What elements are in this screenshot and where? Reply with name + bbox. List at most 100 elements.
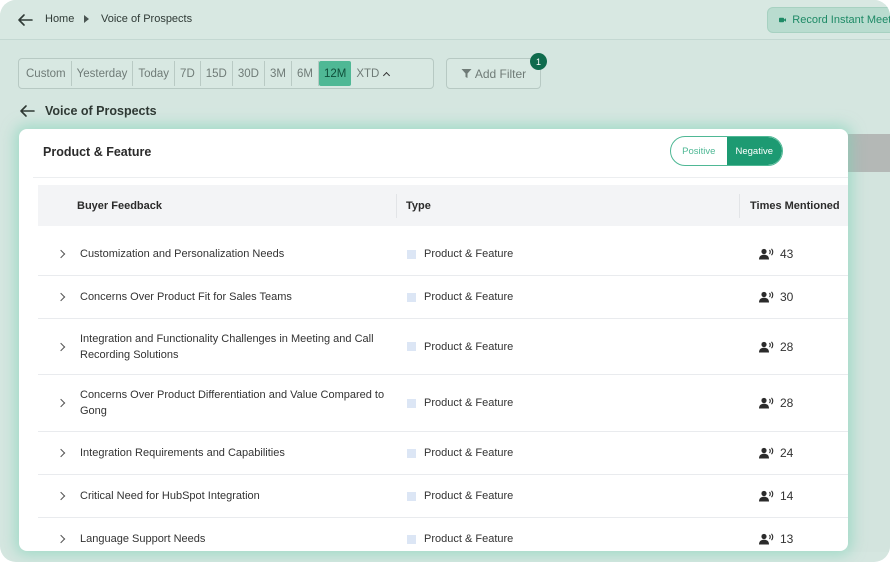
row-times-value: 24: [780, 446, 794, 460]
top-bar: Home Voice of Prospects Record Instant M…: [0, 0, 890, 40]
add-filter-label: Add Filter: [474, 66, 527, 81]
row-times-value: 28: [780, 339, 794, 354]
expand-chevron-icon[interactable]: [38, 342, 80, 351]
row-type: Product & Feature: [406, 248, 749, 260]
row-times-mentioned: 30: [749, 290, 793, 304]
speaking-person-icon: [759, 248, 774, 260]
row-type-label: Product & Feature: [424, 397, 514, 409]
table-header: Buyer Feedback Type Times Mentioned: [38, 185, 848, 226]
table-row[interactable]: Language Support Needs Product & Feature…: [38, 518, 848, 551]
row-type: Product & Feature: [406, 533, 749, 545]
card-divider: [33, 177, 848, 178]
toggle-negative[interactable]: Negative: [726, 137, 782, 165]
column-header-times-mentioned[interactable]: Times Mentioned: [740, 200, 840, 212]
type-color-swatch: [407, 249, 416, 259]
filter-count-badge: 1: [530, 53, 547, 70]
row-times-mentioned: 24: [749, 446, 793, 460]
row-type: Product & Feature: [406, 490, 749, 502]
table-row[interactable]: Concerns Over Product Differentiation an…: [38, 375, 848, 432]
expand-chevron-icon[interactable]: [38, 491, 80, 501]
row-feedback: Customization and Personalization Needs: [80, 248, 285, 260]
date-option-15d[interactable]: 15D: [201, 61, 233, 86]
table-row[interactable]: Customization and Personalization Needs …: [38, 233, 848, 276]
date-option-3m[interactable]: 3M: [265, 61, 292, 86]
row-feedback: Critical Need for HubSpot Integration: [80, 490, 260, 502]
section-back-arrow-icon[interactable]: [18, 103, 36, 119]
table-row[interactable]: Integration Requirements and Capabilitie…: [38, 432, 848, 475]
row-times-mentioned: 13: [749, 532, 793, 546]
table-row[interactable]: Critical Need for HubSpot Integration Pr…: [38, 475, 848, 518]
date-option-xtd-label: XTD: [356, 67, 380, 80]
breadcrumb-home[interactable]: Home: [45, 13, 74, 25]
type-color-swatch: [407, 491, 416, 501]
date-option-7d[interactable]: 7D: [175, 61, 201, 86]
filter-funnel-icon: [461, 69, 472, 78]
type-color-swatch: [407, 342, 416, 351]
row-type-label: Product & Feature: [424, 248, 514, 260]
speaking-person-icon: [759, 533, 774, 545]
row-type: Product & Feature: [406, 341, 749, 353]
add-filter-button[interactable]: Add Filter: [446, 58, 541, 89]
breadcrumb-separator-icon: [84, 15, 89, 23]
column-header-type[interactable]: Type: [397, 193, 740, 218]
back-arrow-icon[interactable]: [16, 11, 34, 29]
date-option-xtd[interactable]: XTD: [351, 61, 394, 86]
column-header-buyer-feedback[interactable]: Buyer Feedback: [38, 193, 397, 218]
date-option-12m[interactable]: 12M: [318, 61, 352, 86]
sentiment-toggle: Positive Negative: [670, 136, 783, 166]
date-range-selector: Custom Yesterday Today 7D 15D 30D 3M 6M …: [18, 58, 434, 89]
date-option-6m[interactable]: 6M: [292, 61, 319, 86]
row-type: Product & Feature: [406, 291, 749, 303]
type-color-swatch: [407, 292, 416, 302]
table-body: Customization and Personalization Needs …: [38, 233, 848, 551]
type-color-swatch: [407, 398, 416, 408]
row-type-label: Product & Feature: [424, 533, 514, 545]
expand-chevron-icon[interactable]: [38, 534, 80, 544]
row-times-mentioned: 43: [749, 247, 793, 261]
row-feedback: Language Support Needs: [80, 533, 206, 545]
background-table-header: [848, 134, 890, 172]
row-type-label: Product & Feature: [424, 447, 514, 459]
background-table-body: [848, 172, 890, 552]
expand-chevron-icon[interactable]: [38, 292, 80, 302]
speaking-person-icon: [759, 490, 774, 502]
row-type-label: Product & Feature: [424, 490, 514, 502]
row-times-mentioned: 28: [749, 396, 793, 410]
row-type-label: Product & Feature: [424, 291, 514, 303]
video-camera-icon: [779, 17, 787, 23]
expand-chevron-icon[interactable]: [38, 398, 80, 408]
card-title: Product & Feature: [43, 145, 152, 159]
expand-chevron-icon[interactable]: [38, 249, 80, 259]
date-option-today[interactable]: Today: [133, 61, 176, 86]
table-row[interactable]: Concerns Over Product Fit for Sales Team…: [38, 276, 848, 319]
expand-chevron-icon[interactable]: [38, 448, 80, 458]
speaking-person-icon: [759, 291, 774, 303]
row-times-value: 13: [780, 532, 794, 546]
row-times-mentioned: 28: [749, 340, 793, 354]
row-feedback: Concerns Over Product Differentiation an…: [80, 389, 385, 417]
breadcrumb-current: Voice of Prospects: [101, 13, 193, 25]
row-type-label: Product & Feature: [424, 340, 514, 353]
row-times-value: 43: [780, 247, 794, 261]
section-title: Voice of Prospects: [45, 104, 157, 118]
row-times-value: 14: [780, 489, 794, 503]
record-instant-meeting-button[interactable]: Record Instant Meeting: [767, 7, 890, 33]
row-times-value: 28: [780, 396, 794, 410]
row-type: Product & Feature: [406, 447, 749, 459]
row-times-value: 30: [780, 290, 794, 304]
date-option-custom[interactable]: Custom: [21, 61, 72, 86]
type-color-swatch: [407, 534, 416, 544]
feedback-modal-card: Product & Feature Positive Negative Buye…: [19, 129, 848, 551]
speaking-person-icon: [759, 340, 774, 352]
date-option-yesterday[interactable]: Yesterday: [72, 61, 134, 86]
chevron-up-icon: [383, 71, 391, 79]
record-instant-meeting-label: Record Instant Meeting: [792, 14, 890, 26]
row-type: Product & Feature: [406, 397, 749, 409]
row-times-mentioned: 14: [749, 489, 793, 503]
row-feedback: Concerns Over Product Fit for Sales Team…: [80, 291, 292, 303]
speaking-person-icon: [759, 397, 774, 409]
table-row[interactable]: Integration and Functionality Challenges…: [38, 319, 848, 375]
date-option-30d[interactable]: 30D: [233, 61, 265, 86]
row-feedback: Integration and Functionality Challenges…: [80, 332, 374, 361]
toggle-positive[interactable]: Positive: [671, 137, 727, 165]
